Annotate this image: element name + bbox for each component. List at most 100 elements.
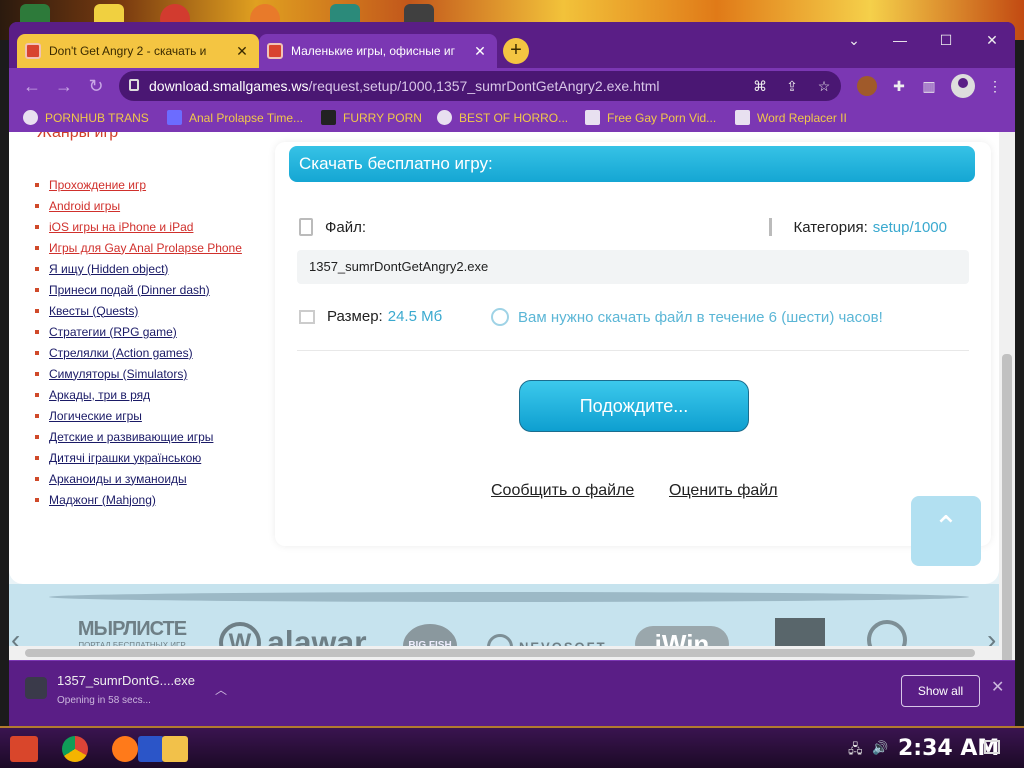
genre-item[interactable]: Дитячі іграшки українською: [35, 447, 242, 468]
url-text[interactable]: download.smallgames.ws/request,setup/100…: [149, 78, 660, 94]
genre-item[interactable]: Арканоиды и зуманоиды: [35, 468, 242, 489]
bookmark-star-icon[interactable]: ☆: [815, 77, 833, 95]
genre-link[interactable]: Симуляторы (Simulators): [49, 367, 187, 381]
tab-close-icon[interactable]: ✕: [233, 43, 251, 60]
genre-item[interactable]: Логические игры: [35, 405, 242, 426]
download-card: Скачать бесплатно игру: Файл: Категория:…: [275, 142, 991, 546]
genre-link[interactable]: Детские и развивающие игры: [49, 430, 213, 444]
genre-link[interactable]: Квесты (Quests): [49, 304, 138, 318]
genre-item[interactable]: Симуляторы (Simulators): [35, 363, 242, 384]
network-icon[interactable]: 🖧: [848, 740, 863, 762]
browser-toolbar: ← → ↻ download.smallgames.ws/request,set…: [9, 68, 1015, 104]
tab-search-icon[interactable]: ⌄: [831, 26, 877, 56]
bookmark-item[interactable]: Free Gay Porn Vid...: [585, 110, 716, 125]
category-label: Категория:: [793, 218, 868, 236]
bullet-icon: [35, 455, 39, 460]
genre-link[interactable]: Стрелялки (Action games): [49, 346, 193, 360]
genre-item[interactable]: Стратегии (RPG game): [35, 321, 242, 342]
genre-item[interactable]: Игры для Gay Anal Prolapse Phone: [35, 237, 242, 258]
app-icon[interactable]: [138, 736, 164, 762]
firefox-icon[interactable]: [112, 736, 138, 762]
scrollbar-thumb[interactable]: [1002, 354, 1012, 672]
wait-download-button[interactable]: Подождите...: [519, 380, 749, 432]
genre-item[interactable]: Прохождение игр: [35, 174, 242, 195]
genre-link[interactable]: Аркады, три в ряд: [49, 388, 150, 402]
address-bar[interactable]: download.smallgames.ws/request,setup/100…: [119, 71, 841, 101]
genre-item[interactable]: Квесты (Quests): [35, 300, 242, 321]
genre-item[interactable]: iOS игры на iPhone и iPad: [35, 216, 242, 237]
bullet-icon: [35, 224, 39, 229]
genre-link[interactable]: Маджонг (Mahjong): [49, 493, 156, 507]
chrome-icon[interactable]: [62, 736, 88, 762]
genre-link[interactable]: Android игры: [49, 199, 120, 213]
genre-link[interactable]: Стратегии (RPG game): [49, 325, 177, 339]
extension-icon[interactable]: [857, 76, 877, 96]
bullet-icon: [35, 266, 39, 271]
profile-avatar[interactable]: [951, 74, 975, 98]
notification-icon[interactable]: [984, 740, 1000, 754]
genre-item[interactable]: Принеси подай (Dinner dash): [35, 279, 242, 300]
extensions-puzzle-icon[interactable]: ✚: [889, 76, 909, 96]
report-file-link[interactable]: Сообщить о файле: [491, 482, 634, 500]
tab-small-games[interactable]: Маленькие игры, офисные иг ✕: [259, 34, 497, 68]
bullet-icon: [35, 203, 39, 208]
tab-close-icon[interactable]: ✕: [471, 43, 489, 60]
genre-item[interactable]: Маджонг (Mahjong): [35, 489, 242, 510]
show-all-button[interactable]: Show all: [901, 675, 980, 707]
bullet-icon: [35, 182, 39, 187]
new-tab-button[interactable]: +: [503, 38, 529, 64]
side-panel-icon[interactable]: ▥: [919, 76, 939, 96]
maximize-button[interactable]: ☐: [923, 26, 969, 56]
share-icon[interactable]: ⇪: [783, 77, 801, 95]
bullet-icon: [35, 371, 39, 376]
genre-item[interactable]: Детские и развивающие игры: [35, 426, 242, 447]
genre-item[interactable]: Стрелялки (Action games): [35, 342, 242, 363]
close-window-button[interactable]: ✕: [969, 26, 1015, 56]
genre-link[interactable]: Логические игры: [49, 409, 142, 423]
genre-link[interactable]: Принеси подай (Dinner dash): [49, 283, 210, 297]
genre-item[interactable]: Android игры: [35, 195, 242, 216]
minimize-button[interactable]: —: [877, 26, 923, 56]
start-button[interactable]: [10, 736, 38, 762]
genre-link[interactable]: Арканоиды и зуманоиды: [49, 472, 187, 486]
vertical-scrollbar[interactable]: [999, 132, 1015, 672]
scrollbar-thumb[interactable]: [25, 649, 975, 657]
filename-field: 1357_sumrDontGetAngry2.exe: [297, 250, 969, 284]
bullet-icon: [35, 350, 39, 355]
genre-item[interactable]: Аркады, три в ряд: [35, 384, 242, 405]
rate-file-link[interactable]: Оценить файл: [669, 482, 778, 500]
page-content: Жанры игр Прохождение игр Android игры i…: [9, 132, 999, 584]
tab-title: Маленькие игры, офисные иг: [291, 44, 455, 58]
genre-link[interactable]: Прохождение игр: [49, 178, 146, 192]
close-icon[interactable]: ✕: [991, 677, 1004, 697]
chevron-up-icon[interactable]: ︿: [215, 681, 227, 698]
bookmark-item[interactable]: FURRY PORN: [321, 110, 422, 125]
notice-text: Вам нужно скачать файл в течение 6 (шест…: [518, 308, 883, 326]
bookmark-item[interactable]: BEST OF HORRO...: [437, 110, 568, 125]
bookmark-favicon-icon: [321, 110, 336, 125]
genre-link[interactable]: iOS игры на iPhone и iPad: [49, 220, 193, 234]
genre-link[interactable]: Игры для Gay Anal Prolapse Phone: [49, 241, 242, 255]
bullet-icon: [35, 308, 39, 313]
tab-dont-get-angry[interactable]: Don't Get Angry 2 - скачать и ✕: [17, 34, 259, 68]
bookmark-item[interactable]: Word Replacer II: [735, 110, 847, 125]
forward-button[interactable]: →: [51, 74, 77, 100]
genre-link[interactable]: Дитячі іграшки українською: [49, 451, 201, 465]
genre-item[interactable]: Я ищу (Hidden object): [35, 258, 242, 279]
translate-icon[interactable]: ⌘: [751, 77, 769, 95]
bookmark-item[interactable]: PORNHUB TRANS: [23, 110, 149, 125]
scroll-to-top-button[interactable]: ⌃: [911, 496, 981, 566]
tab-title: Don't Get Angry 2 - скачать и: [49, 44, 207, 58]
category-link[interactable]: setup/1000: [873, 219, 947, 236]
download-filename[interactable]: 1357_sumrDontG....exe: [57, 673, 195, 688]
genre-link[interactable]: Я ищу (Hidden object): [49, 262, 168, 276]
bookmark-item[interactable]: Anal Prolapse Time...: [167, 110, 303, 125]
volume-icon[interactable]: 🔊: [872, 740, 888, 756]
back-button[interactable]: ←: [19, 74, 45, 100]
menu-icon[interactable]: ⋮: [985, 76, 1005, 96]
file-explorer-icon[interactable]: [162, 736, 188, 762]
exe-file-icon: [25, 677, 47, 699]
reload-button[interactable]: ↻: [83, 74, 109, 100]
horizontal-scrollbar[interactable]: [9, 646, 999, 660]
page-viewport: Жанры игр Прохождение игр Android игры i…: [9, 132, 1015, 672]
